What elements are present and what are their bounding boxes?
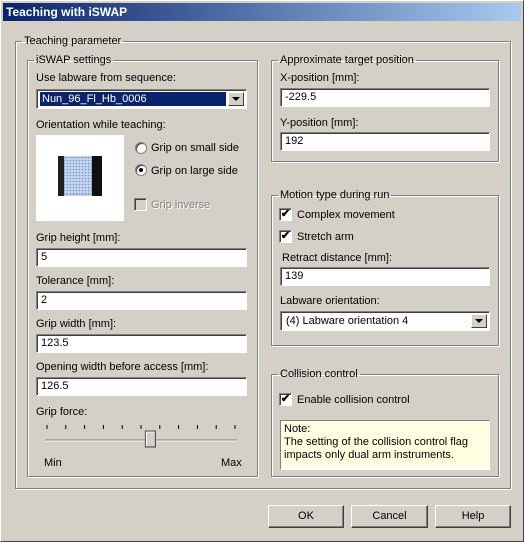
cancel-button[interactable]: Cancel (351, 505, 428, 528)
x-position-input[interactable]: -229.5 (280, 88, 490, 107)
labware-dropdown-button[interactable] (228, 92, 244, 106)
grip-width-label: Grip width [mm]: (36, 318, 117, 330)
stretch-arm-checkbox[interactable]: ✔ (279, 230, 292, 243)
grip-force-label: Grip force: (36, 406, 88, 418)
chevron-down-icon (232, 97, 240, 101)
collision-control-legend: Collision control (280, 368, 358, 380)
opening-width-label: Opening width before access [mm]: (36, 361, 209, 373)
stretch-arm-label[interactable]: Stretch arm (297, 231, 354, 243)
x-position-label: X-position [mm]: (280, 72, 360, 84)
grip-width-input[interactable]: 123.5 (36, 334, 247, 353)
grip-height-input[interactable]: 5 (36, 248, 247, 267)
labware-select-value: Nun_96_Fl_Hb_0006 (40, 92, 226, 106)
grip-large-side-radio[interactable] (135, 164, 147, 176)
collision-note: Note: The setting of the collision contr… (280, 420, 490, 470)
teaching-parameter-legend: Teaching parameter (24, 35, 122, 47)
labware-label: Use labware from sequence: (36, 72, 177, 84)
gripper-plate-icon (58, 156, 102, 196)
y-position-input[interactable]: 192 (280, 132, 490, 151)
complex-movement-checkbox[interactable]: ✔ (279, 208, 292, 221)
grip-small-side-label[interactable]: Grip on small side (151, 142, 239, 154)
tolerance-input[interactable]: 2 (36, 291, 247, 310)
ok-button[interactable]: OK (268, 505, 344, 528)
retract-distance-label: Retract distance [mm]: (282, 252, 393, 264)
title-bar: Teaching with iSWAP (3, 3, 521, 21)
grip-large-side-label[interactable]: Grip on large side (151, 165, 238, 177)
grip-inverse-checkbox[interactable] (134, 198, 147, 211)
gripper-preview (36, 135, 124, 221)
grip-height-label: Grip height [mm]: (36, 232, 121, 244)
grip-inverse-label: Grip inverse (151, 199, 211, 211)
labware-orientation-select[interactable]: (4) Labware orientation 4 (280, 311, 490, 331)
labware-select[interactable]: Nun_96_Fl_Hb_0006 (36, 89, 247, 109)
orientation-label: Orientation while teaching: (36, 119, 166, 131)
chevron-down-icon (475, 319, 483, 323)
help-button[interactable]: Help (435, 505, 511, 528)
grip-force-min-label: Min (44, 457, 62, 469)
target-position-legend: Approximate target position (280, 54, 414, 66)
tolerance-label: Tolerance [mm]: (36, 275, 115, 287)
grip-force-max-label: Max (221, 457, 242, 469)
y-position-label: Y-position [mm]: (280, 117, 359, 129)
opening-width-input[interactable]: 126.5 (36, 377, 247, 396)
labware-orientation-value: (4) Labware orientation 4 (286, 315, 409, 327)
complex-movement-label[interactable]: Complex movement (297, 209, 395, 221)
labware-orientation-dropdown-button[interactable] (471, 314, 487, 328)
retract-distance-input[interactable]: 139 (280, 267, 490, 286)
teaching-dialog: Teaching with iSWAP Teaching parameter i… (0, 0, 524, 542)
enable-collision-label[interactable]: Enable collision control (297, 394, 410, 406)
enable-collision-checkbox[interactable]: ✔ (279, 393, 292, 406)
iswap-settings-legend: iSWAP settings (36, 54, 112, 66)
grip-small-side-radio[interactable] (135, 142, 147, 154)
grip-force-track (45, 425, 237, 448)
grip-force-slider[interactable] (41, 421, 241, 455)
motion-type-legend: Motion type during run (280, 189, 390, 201)
labware-orientation-label: Labware orientation: (280, 295, 380, 307)
